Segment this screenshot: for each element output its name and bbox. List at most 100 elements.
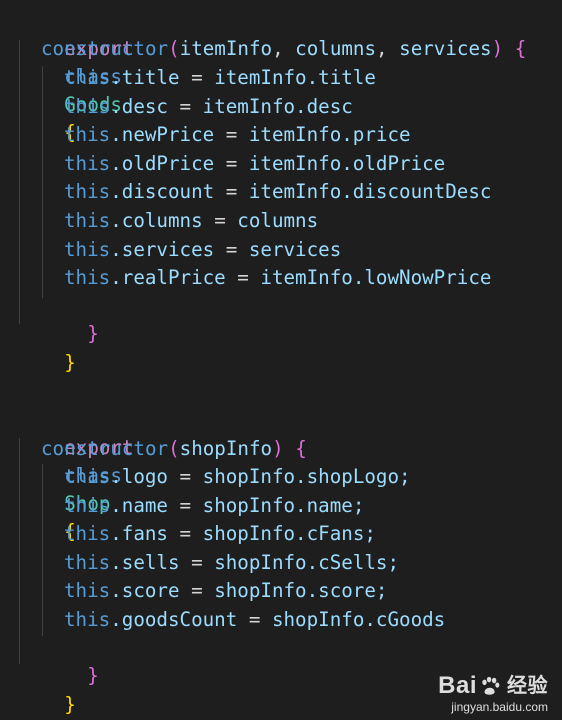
code-line[interactable]: } [41,292,99,345]
this-keyword: this [64,66,111,89]
this-keyword: this [64,123,111,147]
code-line[interactable]: this.services = services [64,236,341,264]
value-expression: shopInfo.name; [202,493,365,517]
property-name: .goodsCount [110,608,238,631]
code-line[interactable]: this.goodsCount = shopInfo.cGoods [64,606,445,634]
code-line[interactable]: export class Shop { [18,406,133,543]
assign-operator: = [179,579,215,603]
assign-operator: = [179,550,215,574]
param: columns [295,37,377,60]
this-keyword: this [64,493,111,517]
code-line[interactable]: this.realPrice = itemInfo.lowNowPrice [64,264,491,292]
ctor-open-brace: { [514,37,527,60]
property-name: .score [110,579,180,603]
code-line[interactable]: } [18,663,76,716]
value-expression: itemInfo.desc [202,94,353,118]
assign-operator: = [167,493,203,517]
this-keyword: this [64,266,111,290]
code-editor[interactable]: export class Goods { constructor(itemInf… [0,0,562,720]
constructor-keyword: constructor [41,437,169,460]
value-expression: itemInfo.oldPrice [248,151,446,175]
this-keyword: this [64,550,111,574]
value-expression: shopInfo.score; [214,579,388,603]
this-keyword: this [64,579,111,603]
code-line[interactable]: } [41,634,99,687]
this-keyword: this [64,465,111,488]
property-name: .realPrice [110,266,226,290]
watermark-url: jingyan.baidu.com [451,700,548,714]
value-expression: services [248,237,342,261]
assign-operator: = [214,180,249,204]
value-expression: shopInfo.cGoods [271,608,446,631]
ctor-close-brace: } [87,322,99,345]
property-name: .services [110,237,215,261]
this-keyword: this [64,522,111,546]
separator: , [272,37,296,60]
property-name: .sells [110,550,180,574]
param: shopInfo [179,437,273,460]
code-line[interactable]: this.columns = columns [64,207,318,235]
property-name: .desc [110,94,168,118]
assign-operator: = [202,209,238,232]
code-line[interactable]: } [18,321,76,374]
assign-operator: = [167,522,203,546]
value-expression: itemInfo.title [214,66,376,89]
code-line[interactable]: this.logo = shopInfo.shopLogo; [64,463,411,491]
code-line[interactable]: constructor(itemInfo, columns, services)… [41,35,526,63]
assign-operator: = [167,465,203,488]
code-line[interactable]: this.sells = shopInfo.cSells; [64,549,399,577]
ctor-close-brace: } [87,664,99,687]
assign-operator: = [214,237,249,261]
this-keyword: this [64,151,111,175]
ctor-open-brace: { [295,437,307,460]
assign-operator: = [237,608,272,631]
code-line[interactable]: this.name = shopInfo.name; [64,492,364,520]
separator: , [376,37,400,60]
code-line[interactable]: this.score = shopInfo.score; [64,577,387,605]
value-expression: itemInfo.discountDesc [248,180,492,204]
property-name: .name [110,493,168,517]
assign-operator: = [167,94,203,118]
paw-icon [482,676,500,695]
property-name: .newPrice [110,123,215,147]
this-keyword: this [64,94,111,118]
paren-open: ( [168,437,180,460]
value-expression: itemInfo.price [248,123,411,147]
this-keyword: this [64,180,111,204]
code-line[interactable]: this.discount = itemInfo.discountDesc [64,178,491,206]
this-keyword: this [64,209,111,232]
value-expression: shopInfo.cSells; [214,550,400,574]
code-line[interactable]: constructor(shopInfo) { [41,435,307,463]
value-expression: itemInfo.lowNowPrice [260,266,492,290]
property-name: .columns [110,209,203,232]
close-brace: } [64,693,76,716]
property-name: .logo [110,465,168,488]
close-brace: } [64,351,76,374]
paren-open: ( [168,37,180,60]
this-keyword: this [64,237,111,261]
value-expression: columns [237,209,319,232]
code-line[interactable]: export class Goods { [18,7,133,144]
assign-operator: = [179,66,215,89]
paren-close: ) [272,437,284,460]
code-line[interactable]: this.desc = itemInfo.desc [64,93,353,121]
assign-operator: = [225,266,261,290]
code-line[interactable]: this.fans = shopInfo.cFans; [64,520,376,548]
baidu-jingyan-watermark: Bai 百度 经验 jingyan.baidu.com [438,672,548,715]
code-line[interactable]: this.title = itemInfo.title [64,64,376,92]
code-line[interactable]: this.newPrice = itemInfo.price [64,121,411,149]
this-keyword: this [64,608,111,631]
assign-operator: = [214,151,249,175]
param: itemInfo [179,37,273,60]
param: services [399,37,492,60]
paren-close: ) [491,37,504,60]
property-name: .oldPrice [110,151,215,175]
property-name: .discount [110,180,215,204]
property-name: .title [110,66,180,89]
watermark-brand-left: Bai [438,672,477,699]
watermark-sub: 经验 [507,675,548,697]
assign-operator: = [214,123,249,147]
code-line[interactable]: this.oldPrice = itemInfo.oldPrice [64,150,445,178]
value-expression: shopInfo.cFans; [202,522,376,546]
constructor-keyword: constructor [41,37,169,60]
